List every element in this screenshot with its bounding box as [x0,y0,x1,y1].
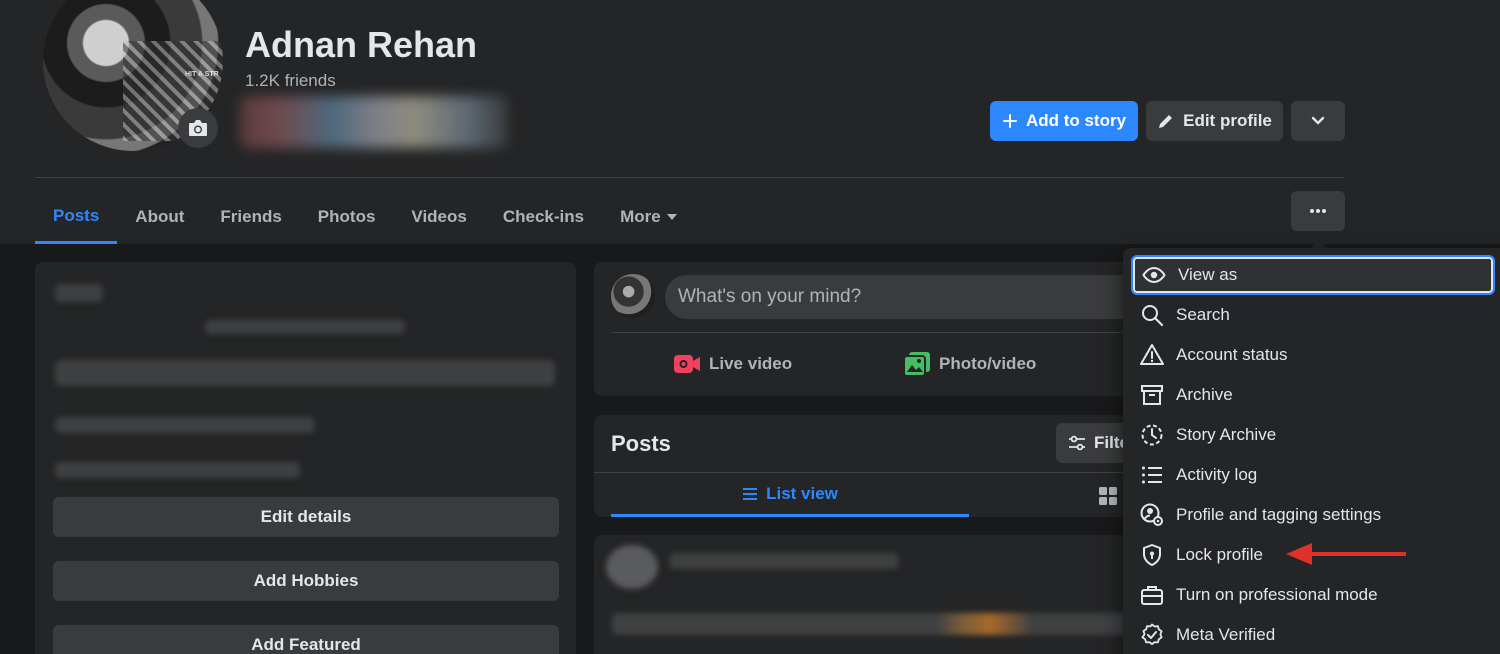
photo-video-button[interactable]: Photo/video [903,350,1036,378]
post-text-blurred [612,613,1152,635]
tab-videos[interactable]: Videos [393,190,484,244]
tab-check-ins[interactable]: Check-ins [485,190,602,244]
archive-icon [1141,385,1163,405]
menu-item-label: Story Archive [1176,425,1277,444]
menu-item-label: Archive [1176,385,1233,404]
user-gear-icon [1140,503,1163,526]
live-video-label: Live video [709,354,793,373]
add-to-story-label: Add to story [1025,111,1127,130]
list-icon [743,487,758,500]
profile-more-menu: View as Search Account status Archive St… [1123,248,1500,654]
avatar-shirt-text: HIT A STR [185,71,219,78]
tab-more[interactable]: More [602,190,695,244]
tab-friends[interactable]: Friends [202,190,299,244]
bio-button-blurred [55,360,555,386]
posts-card: Posts Filte List view [594,415,1154,517]
edit-profile-button[interactable]: Edit profile [1146,101,1283,141]
menu-item-meta-verified[interactable]: Meta Verified [1131,615,1495,654]
menu-item-activity-log[interactable]: Activity log [1131,455,1495,495]
intro-card: Edit details Add Hobbies Add Featured [35,262,576,654]
chevron-down-icon [1311,116,1325,125]
annotation-arrow-icon [1286,543,1406,565]
detail-line-blurred [55,462,300,478]
profile-name: Adnan Rehan [245,24,478,65]
photo-icon [903,352,930,377]
post-author-blurred [669,553,899,569]
edit-profile-label: Edit profile [1183,111,1272,130]
pencil-icon [1159,115,1173,128]
menu-item-label: View as [1178,265,1238,284]
add-featured-button[interactable]: Add Featured [53,625,559,654]
menu-item-professional-mode[interactable]: Turn on professional mode [1131,575,1495,615]
avatar[interactable] [611,274,655,318]
menu-item-label: Meta Verified [1176,625,1276,644]
add-to-story-button[interactable]: Add to story [990,101,1138,141]
clock-history-icon [1141,424,1163,446]
list-view-label: List view [766,483,838,503]
posts-title: Posts [611,431,671,456]
camera-icon[interactable] [178,108,218,148]
tab-more-label: More [620,207,661,226]
briefcase-icon [1141,586,1163,605]
grid-view-icon[interactable] [1099,487,1117,505]
post-author-avatar-blurred [606,545,658,589]
tab-photos[interactable]: Photos [300,190,394,244]
eye-icon [1142,266,1166,284]
menu-item-label: Turn on professional mode [1176,585,1378,604]
add-hobbies-button[interactable]: Add Hobbies [53,561,559,601]
verified-badge-icon [1141,623,1163,645]
menu-item-label: Profile and tagging settings [1176,505,1382,524]
profile-options-button[interactable] [1291,101,1345,141]
menu-item-story-archive[interactable]: Story Archive [1131,415,1495,455]
friends-count[interactable]: 1.2K friends [245,71,336,91]
detail-line-blurred [55,417,315,433]
caret-down-icon [666,214,677,220]
feed-post-blurred [594,535,1154,654]
plus-icon [1002,114,1017,128]
menu-item-archive[interactable]: Archive [1131,375,1495,415]
post-composer: What's on your mind? Live video Photo/vi… [594,262,1154,396]
photo-video-label: Photo/video [939,354,1037,373]
whats-on-your-mind-input[interactable]: What's on your mind? [665,275,1145,319]
bio-blurred [205,320,405,334]
composer-divider [611,332,1145,333]
live-video-icon [674,355,700,373]
list-icon [1142,466,1162,484]
menu-item-label: Search [1176,305,1230,324]
ellipsis-icon [1310,209,1326,213]
sliders-icon [1069,435,1085,451]
menu-item-label: Lock profile [1176,545,1263,564]
list-view-tab[interactable]: List view [611,473,969,517]
menu-item-label: Activity log [1176,465,1258,484]
shield-icon [1143,544,1161,566]
more-options-button[interactable] [1291,191,1345,231]
menu-item-label: Account status [1176,345,1288,364]
menu-item-view-as[interactable]: View as [1131,255,1495,295]
tab-posts[interactable]: Posts [35,190,118,244]
search-icon [1142,305,1164,327]
intro-title-blurred [55,284,103,302]
menu-item-account-status[interactable]: Account status [1131,335,1495,375]
menu-item-profile-tagging-settings[interactable]: Profile and tagging settings [1131,495,1495,535]
tab-about[interactable]: About [117,190,202,244]
edit-details-button[interactable]: Edit details [53,497,559,537]
header-divider [35,177,1344,178]
friends-avatars-blurred [240,96,508,148]
live-video-button[interactable]: Live video [673,350,792,378]
warning-icon [1140,344,1164,365]
menu-item-search[interactable]: Search [1131,295,1495,335]
profile-tabs: Posts About Friends Photos Videos Check-… [35,190,695,244]
